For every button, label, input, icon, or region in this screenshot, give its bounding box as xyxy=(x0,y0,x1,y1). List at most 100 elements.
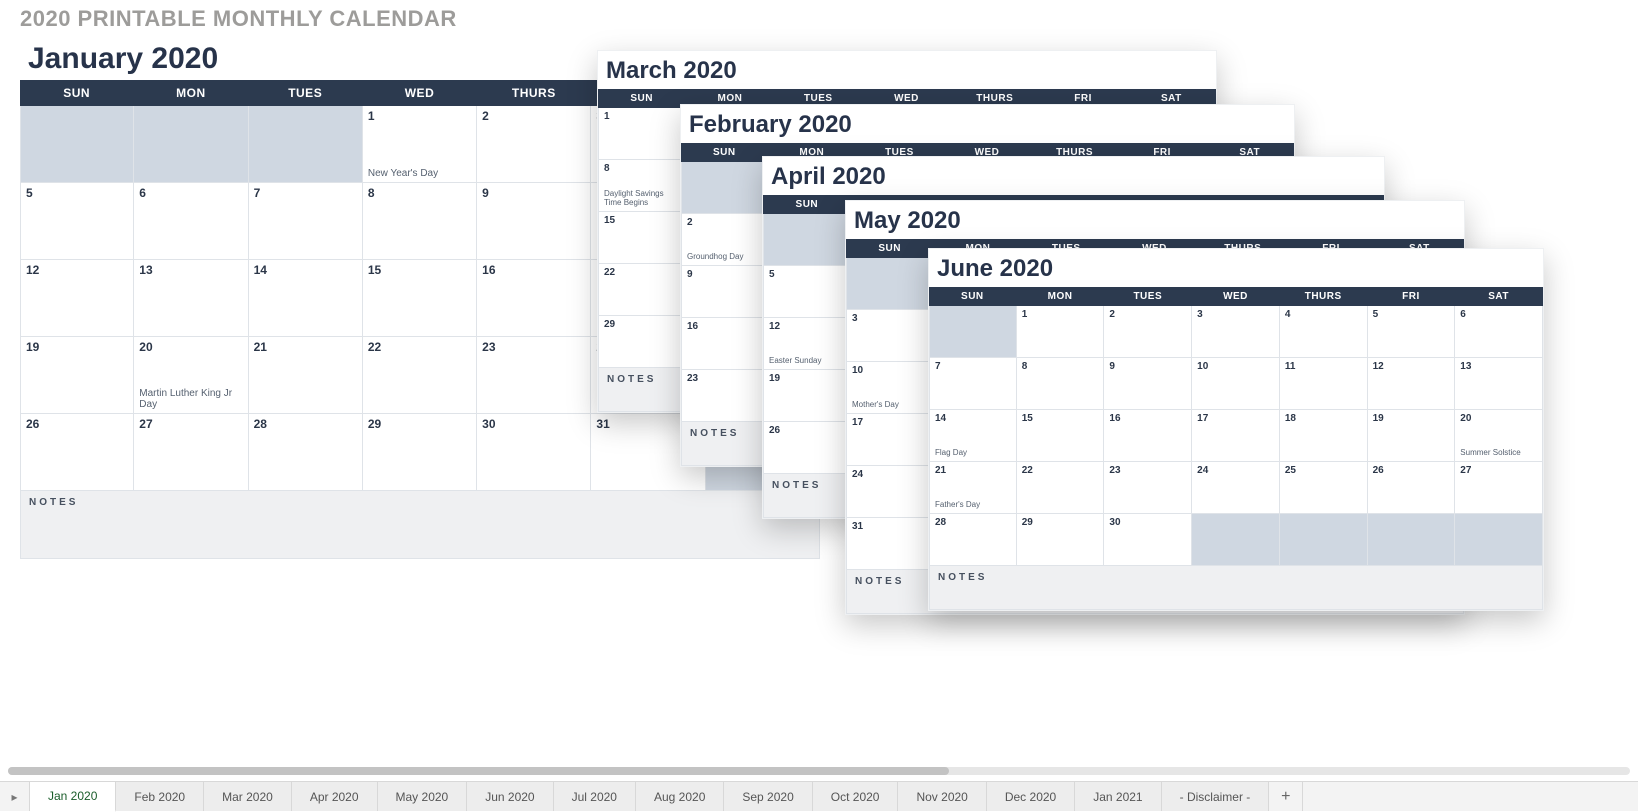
sheet-tab[interactable]: Dec 2020 xyxy=(987,782,1075,811)
calendar-cell[interactable]: 18 xyxy=(1280,410,1368,462)
sheet-tab[interactable]: - Disclaimer - xyxy=(1162,782,1270,811)
calendar-cell[interactable]: 23 xyxy=(477,337,591,414)
calendar-cell[interactable]: 15 xyxy=(598,212,686,264)
calendar-cell[interactable]: 23 xyxy=(1104,462,1192,514)
calendar-cell[interactable]: 28 xyxy=(249,414,363,491)
calendar-cell[interactable]: 21Father's Day xyxy=(929,462,1017,514)
calendar-cell[interactable]: 17 xyxy=(846,414,934,466)
calendar-cell[interactable]: 6 xyxy=(1455,306,1543,358)
calendar-cell[interactable]: 12 xyxy=(1368,358,1456,410)
calendar-cell[interactable]: 2 xyxy=(477,106,591,183)
sheet-tab[interactable]: Jan 2021 xyxy=(1075,782,1161,811)
calendar-cell[interactable]: 22 xyxy=(1017,462,1105,514)
calendar-cell[interactable]: 14Flag Day xyxy=(929,410,1017,462)
calendar-cell[interactable]: 20Summer Solstice xyxy=(1455,410,1543,462)
calendar-cell[interactable] xyxy=(763,214,852,266)
calendar-cell[interactable]: 20Martin Luther King Jr Day xyxy=(134,337,248,414)
calendar-cell[interactable]: 13 xyxy=(134,260,248,337)
calendar-cell[interactable]: 22 xyxy=(363,337,477,414)
calendar-cell[interactable]: 10Mother's Day xyxy=(846,362,934,414)
calendar-cell[interactable] xyxy=(134,106,248,183)
calendar-cell[interactable] xyxy=(1368,514,1456,566)
calendar-cell[interactable] xyxy=(681,162,769,214)
calendar-cell[interactable]: 27 xyxy=(134,414,248,491)
calendar-cell[interactable]: 10 xyxy=(1192,358,1280,410)
calendar-cell[interactable]: 15 xyxy=(1017,410,1105,462)
sheet-tab[interactable]: Mar 2020 xyxy=(204,782,292,811)
sheet-tab[interactable]: May 2020 xyxy=(378,782,468,811)
calendar-cell[interactable] xyxy=(846,258,934,310)
calendar-cell[interactable]: 16 xyxy=(681,318,769,370)
calendar-cell[interactable] xyxy=(929,306,1017,358)
calendar-cell[interactable]: 28 xyxy=(929,514,1017,566)
calendar-cell[interactable]: 31 xyxy=(846,518,934,570)
calendar-cell[interactable] xyxy=(1455,514,1543,566)
horizontal-scrollbar[interactable] xyxy=(8,767,1630,775)
calendar-cell[interactable]: 1 xyxy=(598,108,686,160)
calendar-cell[interactable]: 21 xyxy=(249,337,363,414)
calendar-cell[interactable]: 16 xyxy=(477,260,591,337)
day-number: 8 xyxy=(604,163,610,174)
calendar-cell[interactable]: 8 xyxy=(363,183,477,260)
calendar-cell[interactable]: 2 xyxy=(1104,306,1192,358)
calendar-cell[interactable]: 2Groundhog Day xyxy=(681,214,769,266)
calendar-cell[interactable]: 12 xyxy=(20,260,134,337)
scrollbar-thumb[interactable] xyxy=(8,767,949,775)
calendar-cell[interactable]: 19 xyxy=(763,370,852,422)
calendar-cell[interactable]: 5 xyxy=(1368,306,1456,358)
calendar-cell[interactable]: 13 xyxy=(1455,358,1543,410)
sheet-tab[interactable]: Sep 2020 xyxy=(724,782,812,811)
sheet-tab[interactable]: Oct 2020 xyxy=(813,782,899,811)
sheet-tab[interactable]: Jan 2020 xyxy=(30,782,116,812)
calendar-cell[interactable]: 19 xyxy=(20,337,134,414)
calendar-cell[interactable]: 26 xyxy=(20,414,134,491)
calendar-cell[interactable]: 29 xyxy=(363,414,477,491)
sheet-tab[interactable]: Aug 2020 xyxy=(636,782,724,811)
calendar-cell[interactable]: 29 xyxy=(1017,514,1105,566)
calendar-cell[interactable] xyxy=(20,106,134,183)
calendar-cell[interactable]: 12Easter Sunday xyxy=(763,318,852,370)
calendar-cell[interactable]: 3 xyxy=(1192,306,1280,358)
calendar-cell[interactable] xyxy=(1192,514,1280,566)
calendar-cell[interactable]: 24 xyxy=(846,466,934,518)
calendar-cell[interactable]: 1 xyxy=(1017,306,1105,358)
tab-nav-prev[interactable]: ▸ xyxy=(0,782,30,811)
calendar-cell[interactable]: 11 xyxy=(1280,358,1368,410)
calendar-cell[interactable]: 5 xyxy=(20,183,134,260)
calendar-cell[interactable] xyxy=(1280,514,1368,566)
sheet-tab[interactable]: Nov 2020 xyxy=(898,782,986,811)
calendar-cell[interactable]: 25 xyxy=(1280,462,1368,514)
calendar-cell[interactable]: 8Daylight Savings Time Begins xyxy=(598,160,686,212)
calendar-cell[interactable]: 9 xyxy=(1104,358,1192,410)
calendar-cell[interactable]: 16 xyxy=(1104,410,1192,462)
tab-add-button[interactable]: + xyxy=(1269,782,1303,811)
calendar-cell[interactable]: 9 xyxy=(477,183,591,260)
calendar-cell[interactable]: 22 xyxy=(598,264,686,316)
calendar-cell[interactable]: 29 xyxy=(598,316,686,368)
calendar-cell[interactable]: 4 xyxy=(1280,306,1368,358)
calendar-cell[interactable]: 26 xyxy=(1368,462,1456,514)
calendar-cell[interactable]: 23 xyxy=(681,370,769,422)
calendar-cell[interactable] xyxy=(249,106,363,183)
calendar-cell[interactable]: 27 xyxy=(1455,462,1543,514)
sheet-tab[interactable]: Jun 2020 xyxy=(467,782,553,811)
calendar-cell[interactable]: 8 xyxy=(1017,358,1105,410)
calendar-cell[interactable]: 30 xyxy=(477,414,591,491)
calendar-cell[interactable]: 9 xyxy=(681,266,769,318)
calendar-cell[interactable]: 1New Year's Day xyxy=(363,106,477,183)
calendar-cell[interactable]: 6 xyxy=(134,183,248,260)
calendar-cell[interactable]: 3 xyxy=(846,310,934,362)
calendar-cell[interactable]: 19 xyxy=(1368,410,1456,462)
calendar-cell[interactable]: 30 xyxy=(1104,514,1192,566)
calendar-cell[interactable]: 24 xyxy=(1192,462,1280,514)
calendar-cell[interactable]: 14 xyxy=(249,260,363,337)
sheet-tab[interactable]: Apr 2020 xyxy=(292,782,378,811)
sheet-tab[interactable]: Jul 2020 xyxy=(554,782,636,811)
sheet-tab[interactable]: Feb 2020 xyxy=(116,782,204,811)
calendar-cell[interactable]: 7 xyxy=(249,183,363,260)
calendar-cell[interactable]: 15 xyxy=(363,260,477,337)
calendar-cell[interactable]: 26 xyxy=(763,422,852,474)
calendar-cell[interactable]: 17 xyxy=(1192,410,1280,462)
calendar-cell[interactable]: 5 xyxy=(763,266,852,318)
calendar-cell[interactable]: 7 xyxy=(929,358,1017,410)
